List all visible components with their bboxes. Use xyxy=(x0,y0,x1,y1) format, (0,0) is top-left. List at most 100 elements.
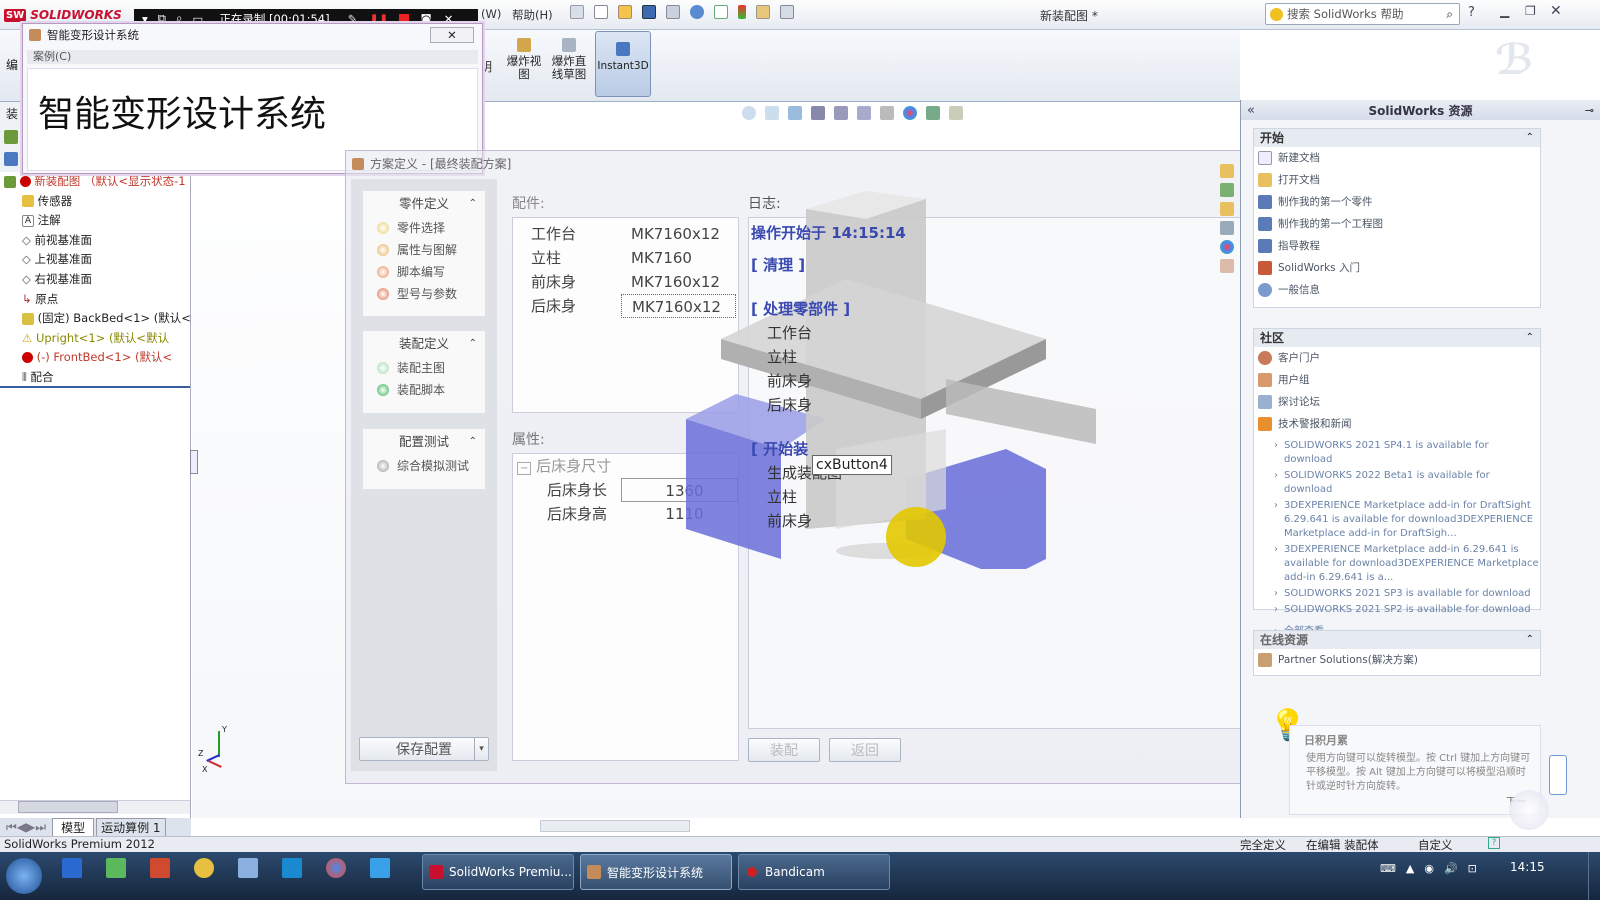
pin-icon[interactable]: ⊸ xyxy=(1585,104,1594,117)
news-item[interactable]: SOLIDWORKS 2021 SP2 is available for dow… xyxy=(1254,603,1540,617)
rebuild-icon[interactable] xyxy=(738,5,746,19)
assembly-tab-label[interactable]: 装 xyxy=(6,105,18,122)
view-palette-icon[interactable] xyxy=(1220,221,1234,235)
nav-assembly-main[interactable]: 装配主图 xyxy=(363,357,485,379)
tree-item-annotations[interactable]: A 注解 xyxy=(0,211,190,231)
instant3d-button[interactable]: Instant3D xyxy=(595,31,651,97)
tree-collapse-handle[interactable] xyxy=(190,450,198,474)
open-document-link[interactable]: 打开文档 xyxy=(1254,169,1540,191)
section-header[interactable]: 开始 ⌃ xyxy=(1254,129,1540,147)
tree-root[interactable]: 新装配图 （默认<显示状态-1 xyxy=(0,172,190,192)
news-item[interactable]: SOLIDWORKS 2021 SP4.1 is available for d… xyxy=(1254,439,1540,467)
tree-item-mates[interactable]: ⫴ 配合 xyxy=(0,368,190,388)
section-view-icon[interactable] xyxy=(811,106,825,120)
start-button-icon[interactable] xyxy=(6,858,42,894)
collapse-icon[interactable]: ⌃ xyxy=(1526,631,1534,649)
tree-item-backbed[interactable]: (固定) BackBed<1> (默认< xyxy=(0,309,191,329)
zoom-area-icon[interactable] xyxy=(765,106,779,120)
user-groups-link[interactable]: 用户组 xyxy=(1254,369,1540,391)
pinned-clover-icon[interactable] xyxy=(106,858,126,878)
view-settings-icon[interactable] xyxy=(949,106,963,120)
show-desktop-button[interactable] xyxy=(1588,852,1600,900)
assemble-button[interactable]: 装配 xyxy=(748,738,820,762)
pinned-explorer-icon[interactable] xyxy=(238,858,258,878)
explode-line-sketch-button[interactable]: 爆炸直线草图 xyxy=(548,38,590,81)
design-library-icon[interactable] xyxy=(1220,183,1234,197)
pinned-app2-icon[interactable] xyxy=(282,858,302,878)
dropdown-arrow-icon[interactable]: ▾ xyxy=(474,738,488,760)
tray-app-icon[interactable]: ◉ xyxy=(1424,862,1434,875)
select-pointer-icon[interactable] xyxy=(714,5,728,19)
menu-window[interactable]: (W) xyxy=(481,7,501,21)
custom-properties-icon[interactable] xyxy=(1220,259,1234,273)
scene-icon[interactable] xyxy=(926,106,940,120)
menu-cases[interactable]: 案例(C) xyxy=(33,50,71,63)
tray-expand-icon[interactable]: ▲ xyxy=(1406,862,1414,875)
tree-scroll-thumb[interactable] xyxy=(18,801,118,813)
network-icon[interactable]: ⊡ xyxy=(1468,862,1477,875)
volume-icon[interactable]: 🔊 xyxy=(1444,862,1458,875)
open-folder-icon[interactable] xyxy=(618,5,632,19)
menu-help[interactable]: 帮助(H) xyxy=(512,7,553,23)
print-icon[interactable] xyxy=(666,5,680,19)
general-info-link[interactable]: 一般信息 xyxy=(1254,279,1540,301)
tree-item-sensors[interactable]: 传感器 xyxy=(0,192,190,212)
filter-icon[interactable] xyxy=(4,152,18,166)
group-header[interactable]: 配置测试 ⌃ xyxy=(363,429,485,455)
tutorials-link[interactable]: 指导教程 xyxy=(1254,235,1540,257)
group-header[interactable]: 装配定义 ⌃ xyxy=(363,331,485,357)
save-config-button[interactable]: 保存配置 ▾ xyxy=(359,737,489,761)
rollback-bar[interactable] xyxy=(0,386,190,388)
pin-icon[interactable] xyxy=(570,5,584,19)
forums-link[interactable]: 探讨论坛 xyxy=(1254,391,1540,413)
collapse-icon[interactable]: ⌃ xyxy=(469,191,477,217)
zoom-to-fit-icon[interactable] xyxy=(742,106,756,120)
file-explorer-icon[interactable] xyxy=(1220,202,1234,216)
tree-item-upright[interactable]: ⚠ Upright<1> (默认<默认 xyxy=(0,329,190,349)
first-part-link[interactable]: 制作我的第一个零件 xyxy=(1254,191,1540,213)
collapse-icon[interactable]: ⌃ xyxy=(469,331,477,357)
hide-show-icon[interactable] xyxy=(880,106,894,120)
news-item[interactable]: 3DEXPERIENCE Marketplace add-in for Draf… xyxy=(1254,499,1540,541)
status-units[interactable]: 自定义 xyxy=(1418,837,1453,853)
appearances-icon[interactable] xyxy=(1220,240,1234,254)
new-document-icon[interactable] xyxy=(594,5,608,19)
file-properties-icon[interactable] xyxy=(756,5,770,19)
customer-portal-link[interactable]: 客户门户 xyxy=(1254,347,1540,369)
pinned-app-icon[interactable] xyxy=(62,858,82,878)
previous-view-icon[interactable] xyxy=(788,106,802,120)
options-icon[interactable] xyxy=(780,5,794,19)
pinned-chrome-icon[interactable] xyxy=(326,858,346,878)
appearance-icon[interactable] xyxy=(903,106,917,120)
keyboard-icon[interactable]: ⌨ xyxy=(1380,862,1396,875)
introducing-link[interactable]: SolidWorks 入门 xyxy=(1254,257,1540,279)
collapse-icon[interactable]: ⌃ xyxy=(1526,329,1534,347)
minimize-icon[interactable]: ▁ xyxy=(1500,4,1509,18)
first-drawing-link[interactable]: 制作我的第一个工程图 xyxy=(1254,213,1540,235)
nav-script[interactable]: 脚本编写 xyxy=(363,261,485,283)
tree-item-right-plane[interactable]: ◇ 右视基准面 xyxy=(0,270,190,290)
home-tab-icon[interactable] xyxy=(1220,164,1234,178)
view-orientation-icon[interactable] xyxy=(834,106,848,120)
collapse-icon[interactable]: ⌃ xyxy=(469,429,477,455)
collapse-icon[interactable]: ⌃ xyxy=(1526,129,1534,147)
pinned-tool-icon[interactable] xyxy=(370,858,390,878)
tree-item-origin[interactable]: ↳ 原点 xyxy=(0,290,190,310)
nav-part-selection[interactable]: 零件选择 xyxy=(363,217,485,239)
help-question-icon[interactable]: ? xyxy=(1468,5,1475,20)
partner-solutions-link[interactable]: Partner Solutions(解决方案) xyxy=(1254,649,1540,671)
news-item[interactable]: SOLIDWORKS 2021 SP3 is available for dow… xyxy=(1254,587,1540,601)
recorder-stop-icon[interactable] xyxy=(398,13,409,24)
section-header[interactable]: 社区 ⌃ xyxy=(1254,329,1540,347)
undo-icon[interactable] xyxy=(690,5,704,19)
clock[interactable]: 14:15 xyxy=(1510,860,1545,874)
display-style-icon[interactable] xyxy=(857,106,871,120)
close-icon[interactable]: ✕ xyxy=(1550,3,1562,19)
taskbar-window-solidworks[interactable]: SolidWorks Premiu... xyxy=(422,854,574,890)
back-button[interactable]: 返回 xyxy=(829,738,901,762)
tree-scrollbar[interactable] xyxy=(0,800,190,814)
news-item[interactable]: SOLIDWORKS 2022 Beta1 is available for d… xyxy=(1254,469,1540,497)
nav-simulation-test[interactable]: 综合模拟测试 xyxy=(363,455,485,477)
tree-item-frontbed[interactable]: (-) FrontBed<1> (默认< xyxy=(0,348,190,368)
group-header[interactable]: 零件定义 ⌃ xyxy=(363,191,485,217)
